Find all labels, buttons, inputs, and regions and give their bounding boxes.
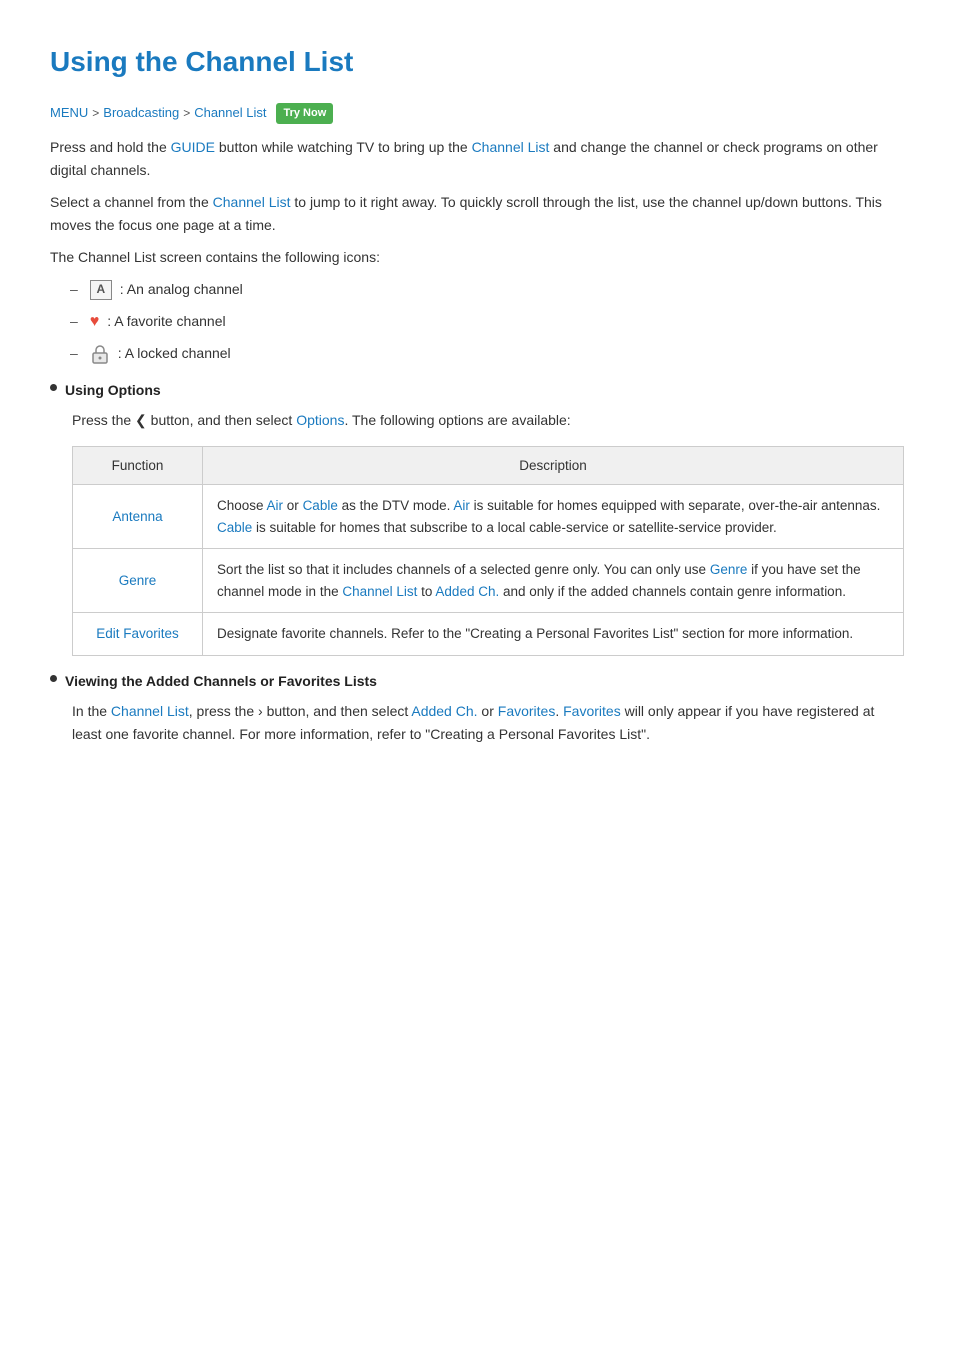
bullet-dot-2	[50, 675, 57, 682]
table-cell-editfav-description: Designate favorite channels. Refer to th…	[203, 613, 904, 656]
table-row: Antenna Choose Air or Cable as the DTV m…	[73, 485, 904, 549]
added-ch-link-1[interactable]: Added Ch.	[435, 584, 499, 599]
paragraph-1: Press and hold the GUIDE button while wa…	[50, 136, 904, 181]
using-options-content: Press the ❮ button, and then select Opti…	[72, 409, 904, 656]
table-cell-antenna-function: Antenna	[73, 485, 203, 549]
analog-label: : An analog channel	[120, 278, 243, 300]
table-cell-genre-function: Genre	[73, 549, 203, 613]
genre-link[interactable]: Genre	[119, 573, 157, 588]
viewing-title: Viewing the Added Channels or Favorites …	[65, 670, 377, 692]
table-cell-antenna-description: Choose Air or Cable as the DTV mode. Air…	[203, 485, 904, 549]
antenna-link[interactable]: Antenna	[112, 509, 162, 524]
heart-icon: ♥	[90, 309, 100, 335]
options-table: Function Description Antenna Choose Air …	[72, 446, 904, 657]
icon-item-analog: – A : An analog channel	[70, 278, 904, 300]
guide-link[interactable]: GUIDE	[171, 139, 215, 155]
channel-list-link-4[interactable]: Channel List	[111, 703, 189, 719]
favorite-label: : A favorite channel	[107, 310, 225, 332]
favorites-link-1[interactable]: Favorites	[498, 703, 556, 719]
try-now-badge[interactable]: Try Now	[276, 103, 333, 125]
page-title: Using the Channel List	[50, 40, 904, 85]
breadcrumb-channel-list[interactable]: Channel List	[194, 103, 266, 124]
icons-list: – A : An analog channel – ♥ : A favorite…	[70, 278, 904, 364]
icon-item-locked: – : A locked channel	[70, 342, 904, 364]
using-options-section: Using Options Press the ❮ button, and th…	[50, 379, 904, 656]
table-cell-genre-description: Sort the list so that it includes channe…	[203, 549, 904, 613]
using-options-title: Using Options	[65, 379, 161, 401]
breadcrumb-sep-1: >	[92, 104, 99, 123]
cable-link-1[interactable]: Cable	[303, 498, 338, 513]
table-header-description: Description	[203, 446, 904, 485]
breadcrumb-sep-2: >	[183, 104, 190, 123]
added-ch-link-2[interactable]: Added Ch.	[411, 703, 477, 719]
chevron-right-icon: ›	[258, 703, 263, 719]
table-cell-editfav-function: Edit Favorites	[73, 613, 203, 656]
using-options-header: Using Options	[50, 379, 904, 401]
bullet-dot-1	[50, 384, 57, 391]
breadcrumb-menu[interactable]: MENU	[50, 103, 88, 124]
table-row: Genre Sort the list so that it includes …	[73, 549, 904, 613]
viewing-header: Viewing the Added Channels or Favorites …	[50, 670, 904, 692]
using-options-description: Press the ❮ button, and then select Opti…	[72, 409, 904, 431]
air-link-1[interactable]: Air	[267, 498, 284, 513]
lock-icon	[90, 344, 110, 364]
channel-list-link-2[interactable]: Channel List	[213, 194, 291, 210]
viewing-section: Viewing the Added Channels or Favorites …	[50, 670, 904, 745]
breadcrumb-broadcasting[interactable]: Broadcasting	[103, 103, 179, 124]
paragraph-3: The Channel List screen contains the fol…	[50, 246, 904, 268]
icon-item-favorite: – ♥ : A favorite channel	[70, 309, 904, 335]
dash-3: –	[70, 342, 78, 364]
table-header-function: Function	[73, 446, 203, 485]
channel-list-link-3[interactable]: Channel List	[342, 584, 417, 599]
air-link-2[interactable]: Air	[453, 498, 470, 513]
genre-link-2[interactable]: Genre	[710, 562, 748, 577]
options-link[interactable]: Options	[296, 412, 344, 428]
viewing-description: In the Channel List, press the › button,…	[72, 700, 904, 745]
favorites-link-2[interactable]: Favorites	[563, 703, 621, 719]
analog-icon: A	[90, 280, 112, 300]
viewing-content: In the Channel List, press the › button,…	[72, 700, 904, 745]
edit-favorites-link[interactable]: Edit Favorites	[96, 626, 179, 641]
locked-label: : A locked channel	[118, 342, 231, 364]
table-row: Edit Favorites Designate favorite channe…	[73, 613, 904, 656]
dash-2: –	[70, 310, 78, 332]
table-header-row: Function Description	[73, 446, 904, 485]
chevron-left-icon: ❮	[135, 412, 147, 428]
breadcrumb: MENU > Broadcasting > Channel List Try N…	[50, 103, 904, 125]
cable-link-2[interactable]: Cable	[217, 520, 252, 535]
dash-1: –	[70, 278, 78, 300]
channel-list-link-1[interactable]: Channel List	[472, 139, 550, 155]
paragraph-2: Select a channel from the Channel List t…	[50, 191, 904, 236]
